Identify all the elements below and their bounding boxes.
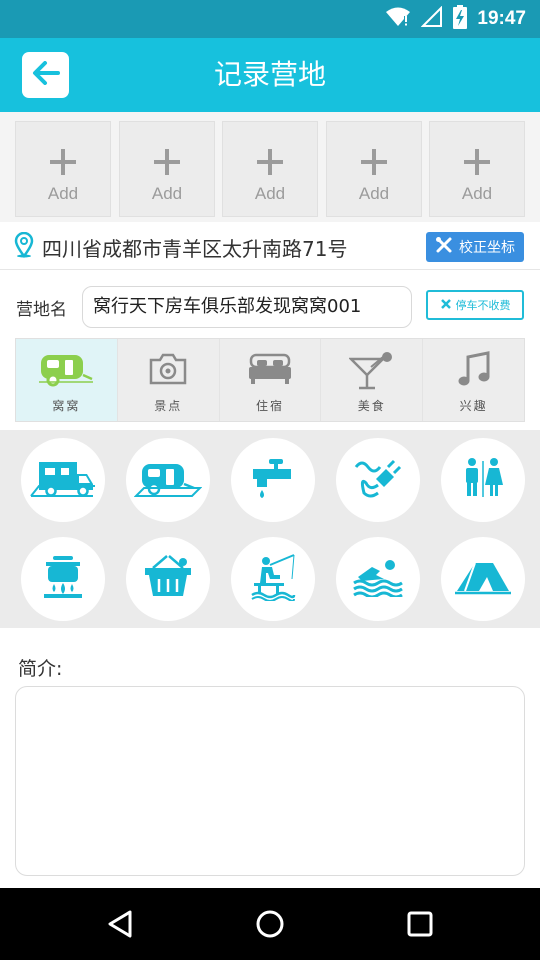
- address-text: 四川省成都市青羊区太升南路71号: [42, 237, 348, 261]
- close-icon: [440, 298, 452, 313]
- tab-camp[interactable]: 窝窝: [16, 339, 118, 421]
- camp-name-label: 营地名: [16, 300, 67, 320]
- plus-icon: [223, 148, 317, 178]
- camp-name-row: 营地名 窝行天下房车俱乐部发现窝窝001 停车不收费: [0, 271, 540, 337]
- water-tap-icon: [249, 455, 297, 505]
- nav-back-icon[interactable]: [102, 906, 138, 942]
- restroom-icon: [461, 455, 505, 505]
- correct-coordinates-button[interactable]: 校正坐标: [426, 232, 524, 262]
- shopping-basket-icon: [143, 554, 193, 604]
- plus-icon: [16, 148, 110, 178]
- tab-food[interactable]: 美食: [321, 339, 424, 421]
- back-button[interactable]: [22, 52, 69, 98]
- amenity-power[interactable]: [336, 438, 420, 522]
- amenity-trailer[interactable]: [126, 438, 210, 522]
- amenity-restroom[interactable]: [441, 438, 525, 522]
- location-row: 四川省成都市青羊区太升南路71号 校正坐标: [0, 222, 540, 270]
- status-time: 19:47: [477, 8, 526, 29]
- power-plug-icon: [352, 455, 404, 505]
- tab-lodging-label: 住宿: [255, 399, 284, 413]
- add-photo-label: Add: [47, 184, 79, 203]
- status-bar: 19:47: [0, 0, 540, 38]
- add-photo-button[interactable]: Add: [222, 121, 318, 217]
- tab-food-label: 美食: [357, 399, 386, 413]
- add-photo-label: Add: [151, 184, 183, 203]
- add-photo-button[interactable]: Add: [15, 121, 111, 217]
- swimming-icon: [352, 557, 404, 601]
- add-photo-label: Add: [461, 184, 493, 203]
- tab-lodging[interactable]: 住宿: [220, 339, 322, 421]
- caravan-icon: [39, 351, 94, 393]
- arrow-left-icon: [32, 61, 60, 89]
- music-note-icon: [456, 351, 492, 393]
- motorhome-icon: [29, 458, 97, 502]
- correct-coordinates-label: 校正坐标: [459, 240, 515, 256]
- amenity-motorhome[interactable]: [21, 438, 105, 522]
- bed-icon: [247, 351, 293, 393]
- free-parking-button[interactable]: 停车不收费: [426, 290, 524, 320]
- nav-recents-icon[interactable]: [402, 906, 438, 942]
- page-title: 记录营地: [213, 58, 326, 91]
- amenity-swimming[interactable]: [336, 537, 420, 621]
- trailer-icon: [133, 458, 203, 502]
- tab-scenic-label: 景点: [154, 399, 183, 413]
- camp-name-input[interactable]: 窝行天下房车俱乐部发现窝窝001: [82, 286, 412, 328]
- tab-scenic[interactable]: 景点: [118, 339, 220, 421]
- add-photo-label: Add: [254, 184, 286, 203]
- add-photo-label: Add: [358, 184, 390, 203]
- photo-row: Add Add Add Add Add: [0, 112, 540, 222]
- signal-icon: [420, 5, 443, 32]
- plus-icon: [120, 148, 214, 178]
- camera-icon: [147, 351, 189, 393]
- fishing-icon: [250, 553, 296, 605]
- cooking-pot-icon: [40, 554, 86, 604]
- amenity-fishing[interactable]: [231, 537, 315, 621]
- category-tabs: 窝窝 景点 住宿 美食 兴趣: [15, 338, 525, 422]
- plus-icon: [430, 148, 524, 178]
- tab-interest[interactable]: 兴趣: [423, 339, 524, 421]
- battery-charging-icon: [453, 5, 468, 33]
- amenity-camping[interactable]: [441, 537, 525, 621]
- free-parking-label: 停车不收费: [455, 299, 511, 312]
- system-nav-bar: [0, 888, 540, 960]
- intro-textarea[interactable]: [15, 686, 525, 876]
- app-bar: 记录营地: [0, 38, 540, 112]
- tab-interest-label: 兴趣: [459, 399, 488, 413]
- add-photo-button[interactable]: Add: [429, 121, 525, 217]
- tools-icon: [435, 236, 453, 258]
- plus-icon: [327, 148, 421, 178]
- intro-label: 简介:: [18, 658, 63, 680]
- amenity-shopping[interactable]: [126, 537, 210, 621]
- add-photo-button[interactable]: Add: [326, 121, 422, 217]
- add-photo-button[interactable]: Add: [119, 121, 215, 217]
- location-pin-icon: [14, 231, 34, 262]
- tent-icon: [455, 557, 511, 601]
- nav-home-icon[interactable]: [252, 906, 288, 942]
- amenity-cooking[interactable]: [21, 537, 105, 621]
- tab-camp-label: 窝窝: [52, 399, 81, 413]
- amenity-grid: [0, 430, 540, 628]
- wifi-icon: [385, 6, 411, 32]
- cocktail-icon: [347, 351, 395, 393]
- amenity-water[interactable]: [231, 438, 315, 522]
